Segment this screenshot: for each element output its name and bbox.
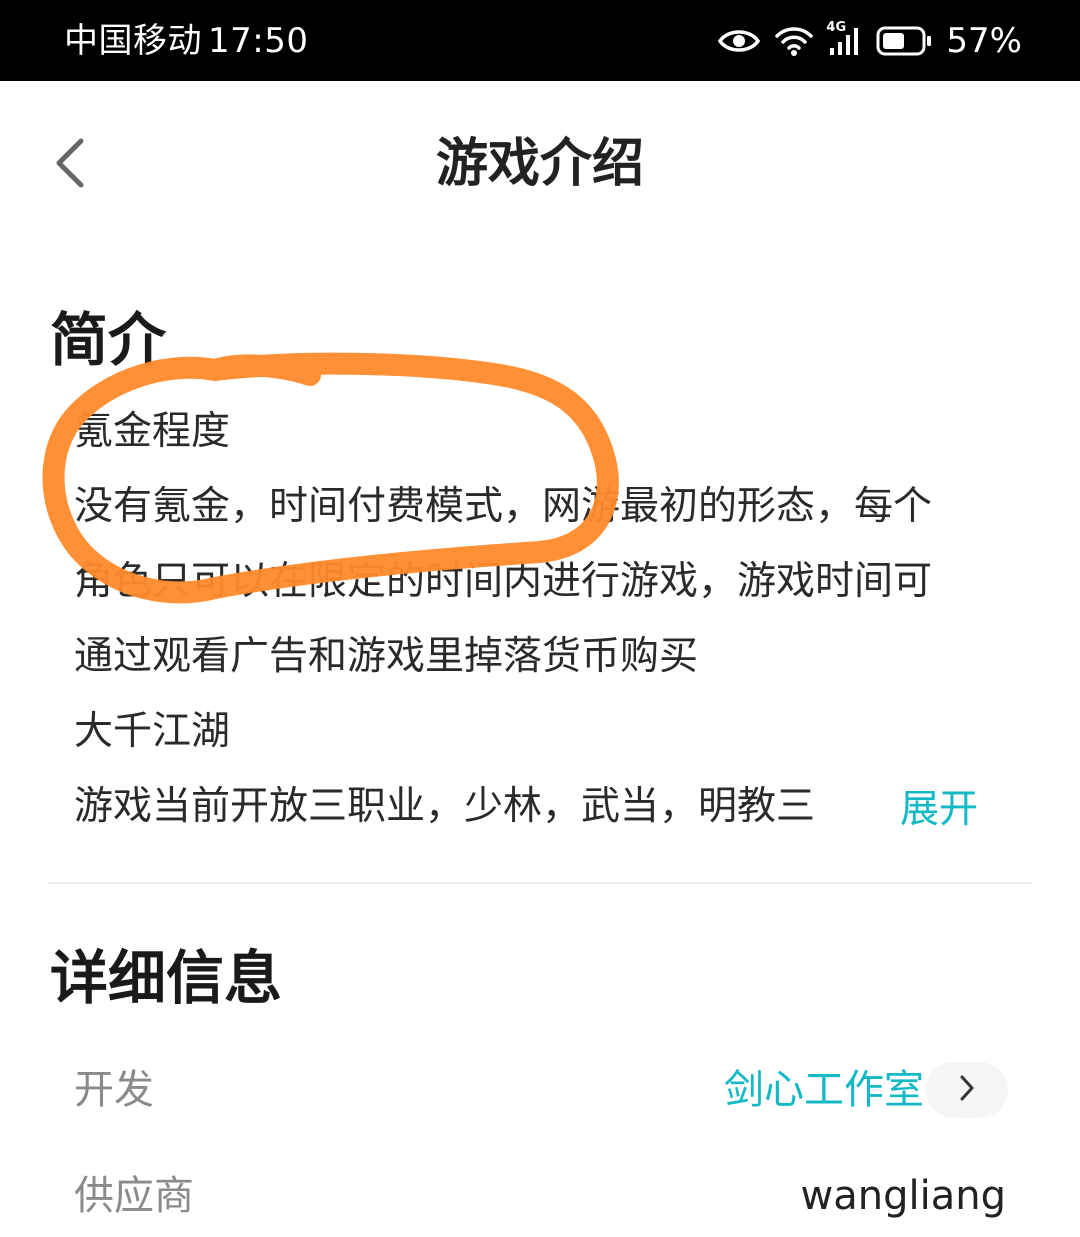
intro-line: 氪金程度 (74, 409, 231, 454)
battery-icon (876, 26, 932, 56)
supplier-row: 供应商 wangliang (74, 1161, 1008, 1231)
developer-link[interactable]: 剑心工作室 (724, 1055, 924, 1125)
intro-line: 通过观看广告和游戏里掉落货币购买 (74, 634, 699, 679)
intro-line-truncated: 游戏当前开放三职业，少林，武当，明教三 (74, 769, 1014, 844)
carrier-name: 中国移动 (64, 21, 202, 61)
cellular-signal-icon: 4G (826, 20, 862, 56)
status-time: 17:50 (208, 21, 309, 61)
intro-text: 氪金程度 没有氪金，时间付费模式，网游最初的形态，每个 角色只可以在限定的时间内… (74, 394, 1014, 844)
status-right: 4G 57% (718, 0, 1022, 81)
developer-row: 开发 剑心工作室 (74, 1055, 1008, 1125)
intro-line: 角色只可以在限定的时间内进行游戏，游戏时间可 (74, 559, 933, 604)
intro-line: 游戏当前开放三职业，少林，武当，明教三 (74, 784, 816, 829)
chevron-right-icon (958, 1074, 976, 1106)
intro-line: 没有氪金，时间付费模式，网游最初的形态，每个 (74, 484, 933, 529)
details-heading: 详细信息 (50, 944, 283, 1012)
developer-chevron-button[interactable] (926, 1062, 1008, 1118)
battery-percent: 57% (946, 20, 1022, 61)
supplier-value: wangliang (800, 1173, 1006, 1219)
wifi-icon (774, 25, 814, 57)
supplier-label: 供应商 (74, 1173, 194, 1219)
intro-line: 大千江湖 (74, 709, 231, 754)
network-type: 4G (826, 19, 847, 35)
developer-label: 开发 (74, 1067, 154, 1113)
expand-button[interactable]: 展开 (900, 772, 978, 847)
page-title: 游戏介绍 (435, 134, 644, 194)
intro-heading: 简介 (50, 306, 167, 374)
status-bar: 中国移动 17:50 4G 57% (0, 0, 1080, 81)
status-left: 中国移动 17:50 (64, 0, 308, 81)
section-divider (48, 882, 1032, 884)
eye-icon (718, 27, 761, 55)
